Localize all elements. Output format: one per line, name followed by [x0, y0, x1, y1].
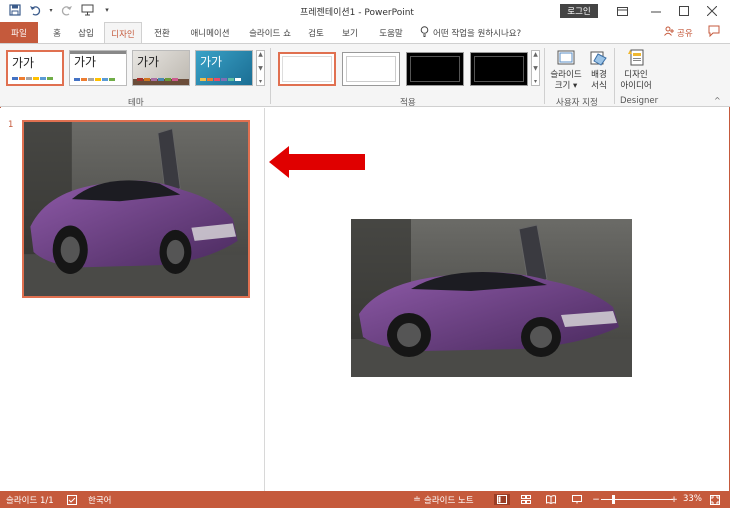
document-title: 프레젠테이션1 - PowerPoint — [300, 8, 414, 18]
gallery-more-icon[interactable]: ▾ — [259, 78, 262, 85]
theme-ion[interactable]: 가가 — [195, 50, 253, 86]
theme-office[interactable]: 가가 — [6, 50, 64, 86]
status-bar: 슬라이드 1/1 한국어 ≐ 슬라이드 노트 − + 33% — [0, 491, 730, 508]
scroll-up-icon[interactable]: ▲ — [533, 51, 538, 58]
theme-color-bars — [12, 77, 53, 80]
undo-icon[interactable] — [28, 3, 42, 17]
redo-icon[interactable] — [60, 3, 74, 17]
theme-office-theme[interactable]: 가가 — [69, 50, 127, 86]
group-separator — [270, 48, 271, 104]
tab-view[interactable]: 보기 — [336, 22, 364, 43]
tab-home[interactable]: 홈 — [46, 22, 68, 43]
reading-view-icon[interactable] — [545, 494, 557, 505]
variant-3[interactable] — [406, 52, 464, 86]
language-indicator[interactable]: 한국어 — [88, 494, 111, 506]
tab-slideshow[interactable]: 슬라이드 쇼 — [242, 22, 298, 43]
variant-gallery-scroll[interactable]: ▲ ▼ ▾ — [531, 50, 540, 86]
theme-group-label: 테마 — [128, 98, 144, 108]
tab-help[interactable]: 도움말 — [372, 22, 410, 43]
group-separator — [544, 48, 545, 104]
variant-2[interactable] — [342, 52, 400, 86]
customize-qat-icon[interactable]: ▾ — [100, 3, 114, 17]
zoom-slider-thumb[interactable] — [611, 495, 615, 504]
tab-transitions[interactable]: 전환 — [148, 22, 176, 43]
slide-size-icon — [557, 50, 575, 65]
save-icon[interactable] — [8, 3, 22, 17]
slide-thumbnail-pane: 1 — [0, 108, 265, 491]
theme-preview-text: 가가 — [12, 56, 35, 70]
login-button[interactable]: 로그인 — [560, 4, 598, 18]
variant-4[interactable] — [470, 52, 528, 86]
slide-size-button[interactable]: 슬라이드 크기 ▾ — [548, 48, 584, 92]
design-ideas-button[interactable]: 디자인 아이디어 — [618, 48, 654, 92]
undo-dropdown-icon[interactable]: ▾ — [48, 3, 54, 17]
car-photo — [351, 219, 632, 377]
close-icon[interactable] — [702, 3, 722, 19]
designer-group-label: Designer — [620, 96, 659, 106]
variants-group-label: 적용 — [400, 98, 416, 108]
theme-facet[interactable]: 가가 — [132, 50, 190, 86]
tab-animations[interactable]: 애니메이션 — [184, 22, 236, 43]
slideshow-view-icon[interactable] — [571, 494, 583, 505]
slide-car-image[interactable] — [351, 219, 632, 377]
quick-access-toolbar: ▾ ▾ — [8, 3, 114, 17]
share-icon — [664, 26, 674, 39]
theme-gallery-scroll[interactable]: ▲ ▼ ▾ — [256, 50, 265, 86]
notes-icon[interactable]: ≐ — [411, 494, 423, 505]
slide-sorter-icon[interactable] — [520, 494, 532, 505]
format-background-button[interactable]: 배경 서식 — [586, 48, 612, 92]
scroll-down-icon[interactable]: ▼ — [258, 65, 263, 72]
ribbon-design: 가가 가가 가가 가가 ▲ ▼ ▾ 테마 ▲ ▼ ▾ 적용 슬라이드 크기 ▾ … — [0, 43, 730, 108]
comment-icon[interactable] — [708, 25, 722, 39]
ribbon-display-options-icon[interactable] — [612, 3, 632, 19]
car-photo-thumbnail — [24, 122, 248, 296]
notes-button[interactable]: 슬라이드 노트 — [424, 494, 474, 506]
tab-insert[interactable]: 삽입 — [72, 22, 100, 43]
theme-color-bars — [74, 78, 115, 81]
fit-to-window-icon[interactable] — [709, 494, 721, 505]
group-separator — [614, 48, 615, 104]
scroll-up-icon[interactable]: ▲ — [258, 51, 263, 58]
scroll-down-icon[interactable]: ▼ — [533, 65, 538, 72]
slide-size-label: 슬라이드 크기 ▾ — [550, 70, 582, 91]
format-background-icon — [590, 51, 607, 66]
slide-number: 1 — [8, 120, 14, 130]
slide-counter: 슬라이드 1/1 — [6, 496, 54, 506]
tab-design[interactable]: 디자인 — [104, 22, 142, 44]
ribbon-tabs: 파일 홈 삽입 디자인 전환 애니메이션 슬라이드 쇼 검토 보기 도움말 어떤… — [0, 22, 730, 44]
theme-preview-text: 가가 — [74, 55, 97, 69]
theme-color-bars — [137, 78, 178, 81]
lightbulb-icon — [420, 26, 429, 40]
slide-thumbnail-1[interactable] — [22, 120, 250, 298]
tell-me-text: 어떤 작업을 원하시나요? — [433, 29, 522, 39]
theme-color-bars — [200, 78, 241, 81]
minimize-icon[interactable] — [646, 3, 666, 19]
zoom-in-icon[interactable]: + — [668, 494, 680, 505]
tab-review[interactable]: 검토 — [302, 22, 330, 43]
share-button[interactable]: 공유 — [664, 26, 693, 39]
slideshow-from-start-icon[interactable] — [80, 3, 94, 17]
spell-check-icon[interactable] — [66, 494, 78, 505]
red-arrow-annotation — [267, 144, 367, 180]
zoom-level[interactable]: 33% — [683, 494, 702, 504]
theme-preview-text: 가가 — [200, 55, 223, 69]
maximize-icon[interactable] — [674, 3, 694, 19]
design-ideas-label: 디자인 아이디어 — [620, 70, 652, 91]
normal-view-icon[interactable] — [494, 494, 510, 505]
collapse-ribbon-icon[interactable]: ^ — [714, 96, 721, 105]
theme-preview-text: 가가 — [137, 55, 160, 69]
variant-1[interactable] — [278, 52, 336, 86]
title-bar: ▾ ▾ 프레젠테이션1 - PowerPoint 로그인 — [0, 0, 730, 22]
design-ideas-icon — [628, 49, 644, 66]
gallery-more-icon[interactable]: ▾ — [534, 78, 537, 85]
format-background-label: 배경 서식 — [591, 70, 607, 91]
tab-file[interactable]: 파일 — [0, 22, 38, 43]
customize-group-label: 사용자 지정 — [556, 98, 598, 108]
tell-me-box[interactable]: 어떤 작업을 원하시나요? — [420, 26, 521, 40]
share-label: 공유 — [677, 28, 693, 39]
